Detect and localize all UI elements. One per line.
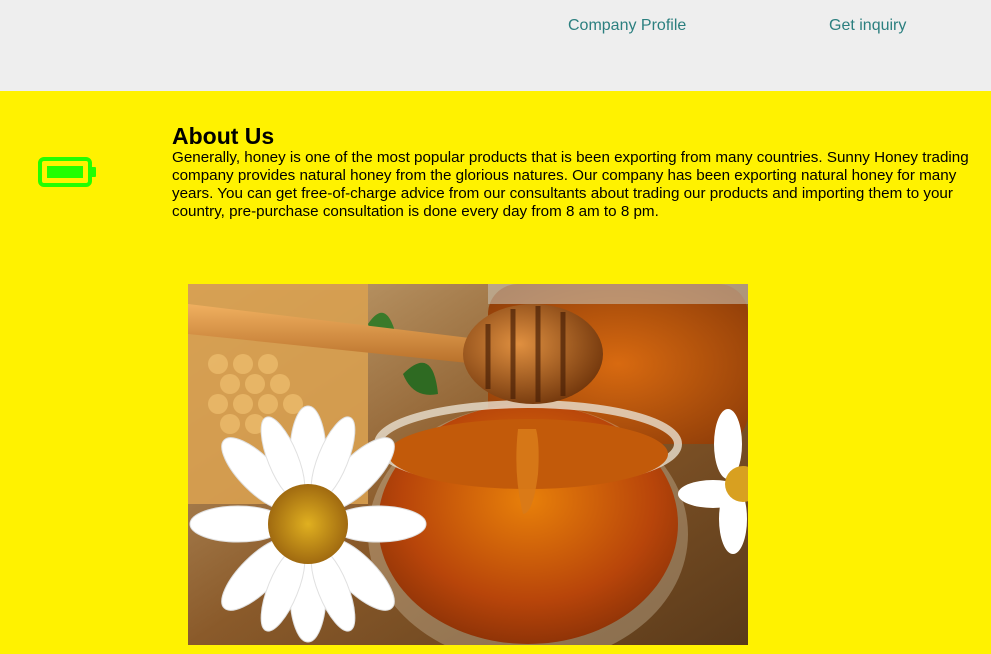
nav-link-company-profile[interactable]: Company Profile <box>568 17 686 35</box>
about-description: Generally, honey is one of the most popu… <box>172 149 969 220</box>
honey-jar-image <box>188 284 748 645</box>
about-content: About Us Generally, honey is one of the … <box>172 123 972 221</box>
top-navigation-bar: Company Profile Get inquiry <box>0 0 991 91</box>
battery-full-icon <box>38 157 98 194</box>
about-section: About Us Generally, honey is one of the … <box>0 91 991 654</box>
about-heading: About Us <box>172 123 275 149</box>
nav-link-get-inquiry[interactable]: Get inquiry <box>829 17 906 35</box>
